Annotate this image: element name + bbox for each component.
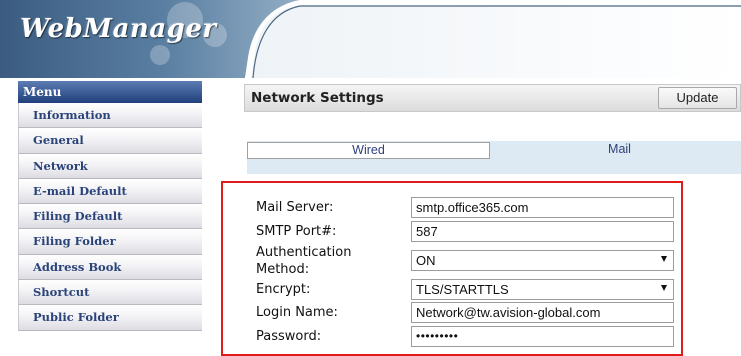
password-input[interactable]: ••••••••• <box>411 326 674 347</box>
menu-list: Information General Network E-mail Defau… <box>18 103 202 331</box>
auth-method-row: Authentication Method: ON <box>256 245 676 277</box>
password-label: Password: <box>256 329 322 344</box>
auth-method-select[interactable]: ON <box>411 250 674 271</box>
encrypt-label: Encrypt: <box>256 282 311 297</box>
tab-mail[interactable]: Mail <box>498 142 741 159</box>
webmanager-logo: WebManager <box>20 14 217 44</box>
smtp-port-label: SMTP Port#: <box>256 224 337 239</box>
header-banner: WebManager <box>0 0 741 78</box>
menu-title: Menu <box>18 81 202 103</box>
auth-method-label-line2: Method: <box>256 262 310 277</box>
sidebar-item-public-folder[interactable]: Public Folder <box>18 305 202 331</box>
login-name-row: Login Name: Network@tw.avision-global.co… <box>256 302 676 324</box>
sidebar-item-email-default[interactable]: E-mail Default <box>18 178 202 205</box>
chevron-down-icon <box>661 285 667 291</box>
sidebar-item-address-book[interactable]: Address Book <box>18 254 202 281</box>
page-title: Network Settings <box>251 90 384 106</box>
auth-method-value: ON <box>416 253 436 268</box>
sidebar-item-shortcut[interactable]: Shortcut <box>18 280 202 306</box>
page-title-bar: Network Settings Update <box>244 84 741 112</box>
sidebar-item-information[interactable]: Information <box>18 103 202 129</box>
encrypt-value: TLS/STARTTLS <box>416 282 509 297</box>
chevron-down-icon <box>661 256 667 262</box>
update-button[interactable]: Update <box>658 87 737 109</box>
login-name-input[interactable]: Network@tw.avision-global.com <box>411 302 674 323</box>
tab-wired[interactable]: Wired <box>247 142 490 159</box>
sidebar-menu: Menu Information General Network E-mail … <box>18 81 202 331</box>
encrypt-row: Encrypt: TLS/STARTTLS <box>256 279 676 301</box>
auth-method-label-line1: Authentication <box>256 245 352 260</box>
encrypt-select[interactable]: TLS/STARTTLS <box>411 279 674 300</box>
smtp-port-input[interactable]: 587 <box>411 221 674 242</box>
sidebar-item-filing-folder[interactable]: Filing Folder <box>18 229 202 255</box>
mail-server-input[interactable]: smtp.office365.com <box>411 197 674 218</box>
mail-server-row: Mail Server: smtp.office365.com <box>256 197 676 219</box>
sidebar-item-general[interactable]: General <box>18 128 202 154</box>
settings-tabs: Wired Mail <box>247 141 741 174</box>
smtp-port-row: SMTP Port#: 587 <box>256 221 676 243</box>
sidebar-item-network[interactable]: Network <box>18 153 202 179</box>
sidebar-item-filing-default[interactable]: Filing Default <box>18 204 202 230</box>
password-row: Password: ••••••••• <box>256 326 676 348</box>
login-name-label: Login Name: <box>256 305 338 320</box>
mail-server-label: Mail Server: <box>256 200 334 215</box>
